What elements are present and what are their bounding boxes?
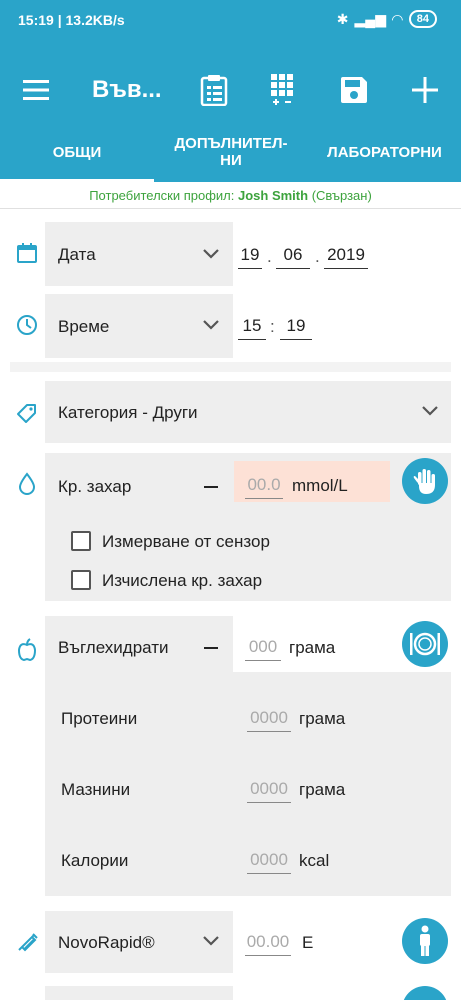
- minus-icon[interactable]: [204, 486, 218, 488]
- calculated-checkbox-label: Изчислена кр. захар: [102, 571, 263, 590]
- person-icon[interactable]: [402, 918, 448, 964]
- tab-bar: ОБЩИ ДОПЪЛНИТЕЛ- НИ ЛАБОРАТОРНИ: [0, 122, 461, 182]
- battery-icon: 84: [408, 10, 437, 28]
- divider: [0, 208, 461, 209]
- chevron-down-icon: [422, 406, 438, 416]
- date-separator: .: [267, 247, 272, 266]
- drop-icon: [14, 471, 40, 497]
- calendar-icon: [14, 240, 40, 266]
- profile-status: (Свързан): [308, 188, 372, 203]
- tag-icon: [14, 400, 40, 426]
- protein-input[interactable]: 0000: [247, 708, 291, 732]
- calories-unit: kcal: [299, 851, 330, 870]
- chevron-down-icon: [203, 249, 219, 259]
- category-label: Категория - Други: [58, 403, 198, 422]
- date-day-field[interactable]: 19: [238, 245, 262, 269]
- profile-prefix: Потребителски профил:: [89, 188, 238, 203]
- glucose-unit: mmol/L: [292, 476, 348, 495]
- plate-icon[interactable]: [402, 621, 448, 667]
- time-minute-field[interactable]: 19: [280, 316, 312, 340]
- page-title: Във...: [92, 76, 162, 103]
- clock-icon: [14, 312, 40, 338]
- profile-name: Josh Smith: [238, 188, 309, 203]
- insulin-label: NovoRapid®: [58, 933, 155, 952]
- fat-label: Мазнини: [61, 780, 131, 799]
- user-profile-line: Потребителски профил: Josh Smith (Свърза…: [0, 188, 461, 203]
- menu-icon[interactable]: [16, 70, 56, 110]
- fat-unit: грама: [299, 780, 346, 799]
- time-label: Време: [58, 317, 110, 336]
- tab-additional[interactable]: ДОПЪЛНИТЕЛ- НИ: [154, 122, 308, 182]
- insulin-unit: Е: [302, 933, 314, 952]
- carbs-unit: грама: [289, 638, 336, 657]
- calculator-icon[interactable]: [262, 70, 302, 110]
- calories-label: Калории: [61, 851, 129, 870]
- time-hour-field[interactable]: 15: [238, 316, 266, 340]
- status-bar: 15:19 | 13.2KB/s ✱ ▂▄▆ ◠ 84: [0, 0, 461, 58]
- bluetooth-icon: ✱: [336, 10, 349, 27]
- protein-label: Протеини: [61, 709, 138, 728]
- status-time: 15:19 | 13.2KB/s: [18, 12, 125, 28]
- sensor-checkbox[interactable]: [71, 531, 91, 551]
- tab-general-label: ОБЩИ: [52, 143, 102, 161]
- chevron-down-icon: [203, 320, 219, 330]
- tab-lab[interactable]: ЛАБОРАТОРНИ: [308, 122, 461, 182]
- minus-icon[interactable]: [204, 647, 218, 649]
- time-separator: :: [270, 317, 275, 336]
- app-bar: Във...: [0, 58, 461, 122]
- add-icon[interactable]: [405, 70, 445, 110]
- next-row-button-partial: [402, 986, 448, 1000]
- save-icon[interactable]: [334, 70, 374, 110]
- signal-icon: ▂▄▆: [354, 10, 386, 27]
- tab-general[interactable]: ОБЩИ: [0, 122, 154, 182]
- insulin-input[interactable]: 00.00: [245, 932, 291, 956]
- glucose-label: Кр. захар: [58, 477, 132, 496]
- carbs-input[interactable]: 000: [245, 637, 281, 661]
- next-row-partial: [45, 986, 233, 1000]
- carbs-label: Въглехидрати: [58, 638, 169, 657]
- hand-icon[interactable]: [402, 458, 448, 504]
- date-month-field[interactable]: 06: [276, 245, 310, 269]
- date-separator: .: [315, 247, 320, 266]
- tab-additional-label: ДОПЪЛНИТЕЛ- НИ: [174, 135, 288, 169]
- wifi-icon: ◠: [391, 10, 403, 27]
- date-label: Дата: [58, 245, 96, 264]
- section-divider: [10, 362, 451, 372]
- sensor-checkbox-label: Измерване от сензор: [102, 532, 270, 551]
- calculated-checkbox[interactable]: [71, 570, 91, 590]
- status-icons: ✱ ▂▄▆ ◠ 84: [337, 10, 437, 28]
- syringe-icon: [14, 929, 40, 955]
- tab-lab-label: ЛАБОРАТОРНИ: [327, 143, 442, 161]
- apple-icon: [14, 637, 40, 663]
- date-year-field[interactable]: 2019: [324, 245, 368, 269]
- clipboard-icon[interactable]: [194, 70, 234, 110]
- protein-unit: грама: [299, 709, 346, 728]
- glucose-input[interactable]: 00.0: [245, 475, 283, 499]
- calories-input[interactable]: 0000: [247, 850, 291, 874]
- chevron-down-icon: [203, 936, 219, 946]
- fat-input[interactable]: 0000: [247, 779, 291, 803]
